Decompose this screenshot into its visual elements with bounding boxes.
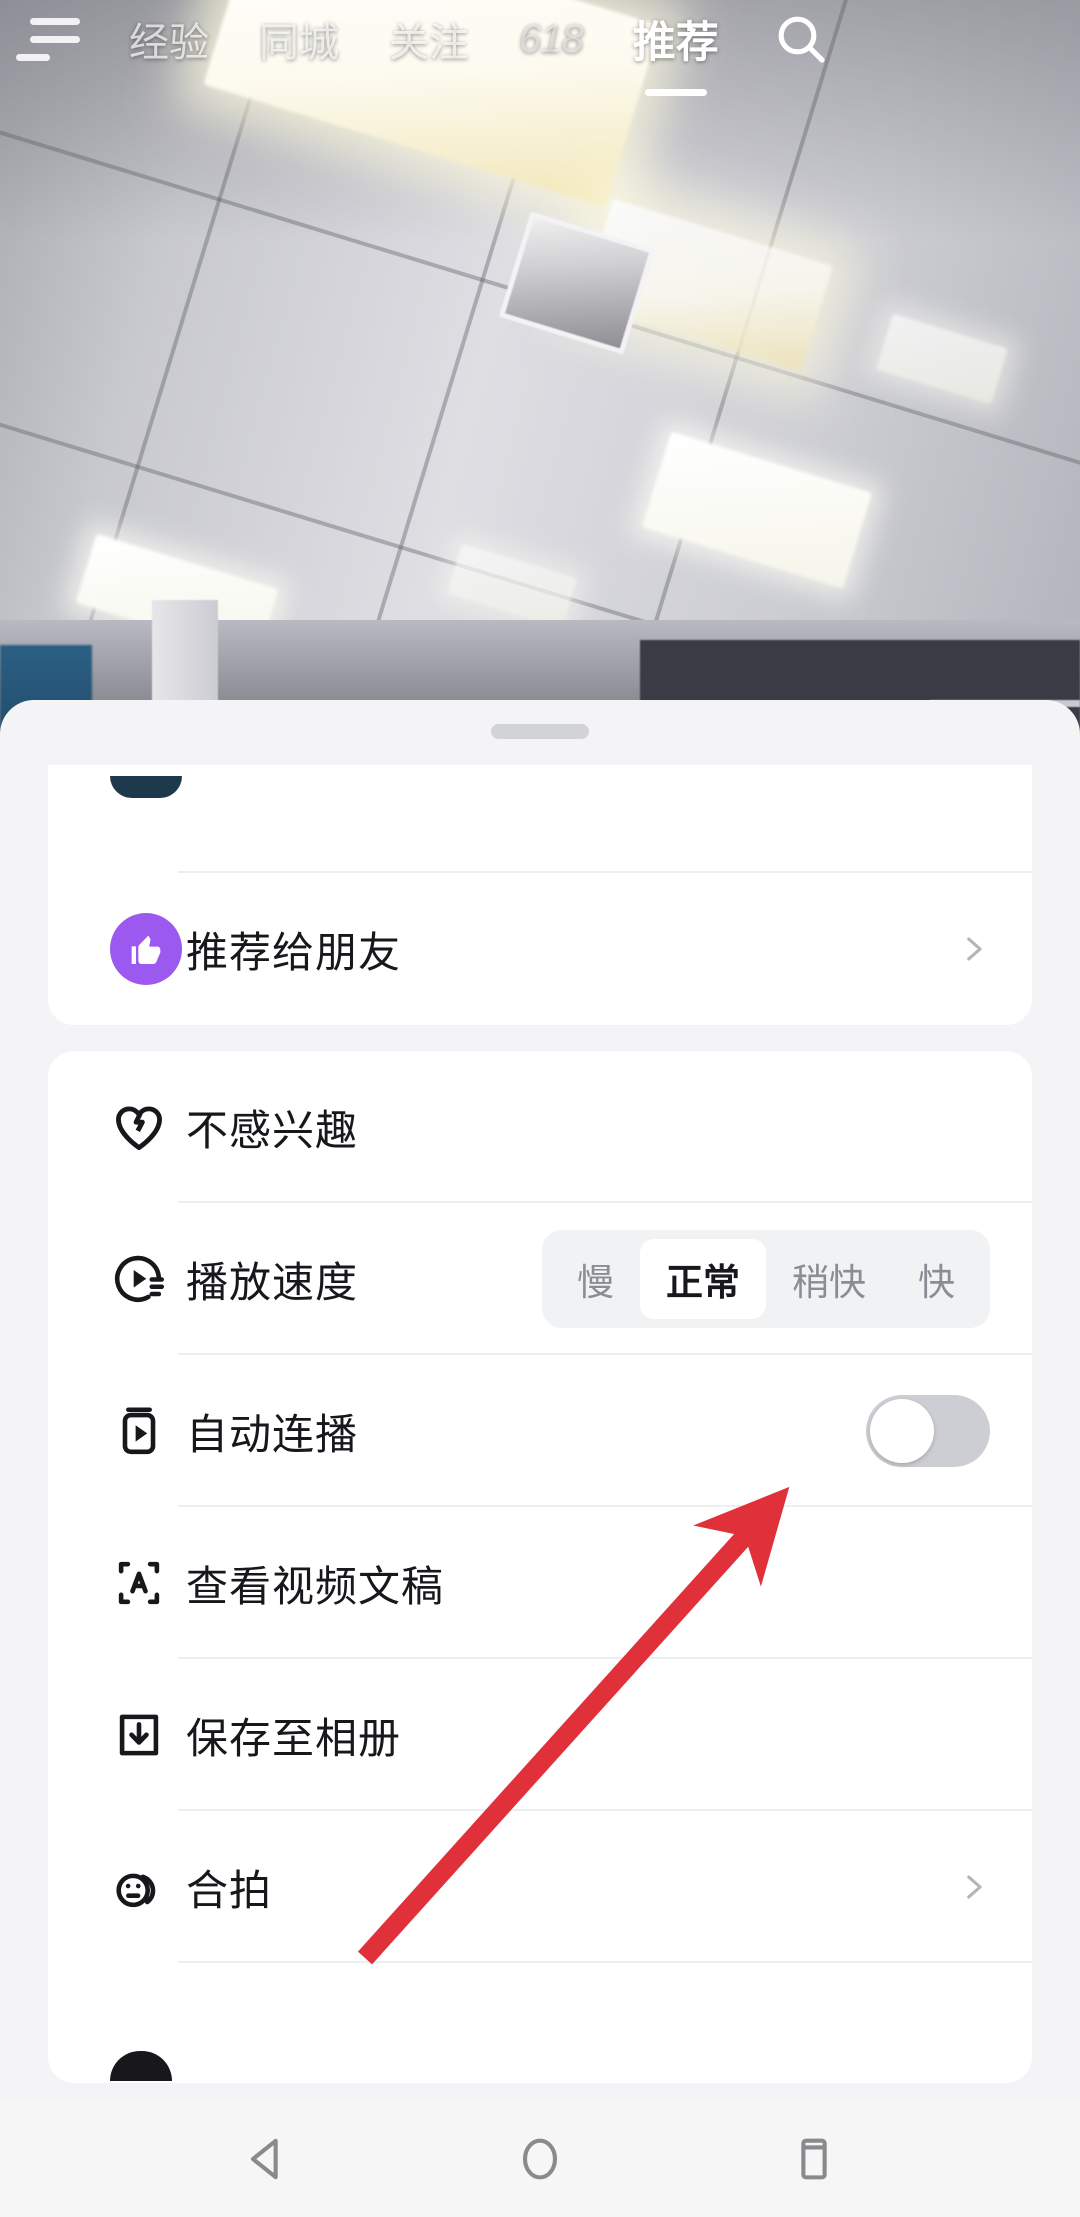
transcript-icon <box>110 1554 186 1612</box>
tab-label: 618 <box>519 16 584 61</box>
duet-row[interactable]: 合拍 <box>48 1811 1032 1963</box>
not-interested-label: 不感兴趣 <box>186 1106 359 1154</box>
chevron-right-icon <box>948 1870 990 1904</box>
toggle-knob <box>870 1399 934 1463</box>
auto-continue-play-label: 自动连播 <box>186 1410 359 1458</box>
back-button[interactable] <box>220 2113 312 2205</box>
recommend-to-friends-row[interactable]: 推荐给朋友 <box>48 873 1032 1025</box>
view-video-transcript-row[interactable]: 查看视频文稿 <box>48 1507 1032 1659</box>
recommend-to-friends-label: 推荐给朋友 <box>186 928 402 976</box>
save-to-album-row[interactable]: 保存至相册 <box>48 1659 1032 1811</box>
recents-button[interactable] <box>768 2113 860 2205</box>
play-speed-icon <box>110 1250 186 1308</box>
auto-continue-play-toggle[interactable] <box>866 1395 990 1467</box>
speed-option-fast[interactable]: 快 <box>892 1239 981 1319</box>
speed-option-faster[interactable]: 稍快 <box>766 1239 892 1319</box>
view-video-transcript-label: 查看视频文稿 <box>186 1562 445 1610</box>
android-navigation-bar <box>0 2100 1080 2217</box>
tab-label: 经验 <box>129 21 209 65</box>
chevron-right-icon <box>948 932 990 966</box>
not-interested-row[interactable]: 不感兴趣 <box>48 1051 1032 1203</box>
drag-handle[interactable] <box>491 724 589 739</box>
duet-label: 合拍 <box>186 1866 273 1914</box>
tab-guanzhu[interactable]: 关注 <box>364 10 494 68</box>
tab-tuijian[interactable]: 推荐 <box>608 8 744 96</box>
hamburger-menu-icon[interactable] <box>0 17 104 61</box>
options-bottom-sheet: 推荐给朋友 不感兴趣 播放速度 慢 正常 稍快 快 自动连播 查看视频文稿 保存… <box>0 700 1080 2100</box>
save-to-album-label: 保存至相册 <box>186 1714 402 1762</box>
tab-tongcheng[interactable]: 同城 <box>234 10 364 68</box>
partial-row-top[interactable] <box>48 765 1032 873</box>
download-icon <box>110 1706 186 1764</box>
tab-jingyan[interactable]: 经验 <box>104 10 234 68</box>
speed-option-normal[interactable]: 正常 <box>640 1239 766 1319</box>
home-button[interactable] <box>494 2113 586 2205</box>
cut-off-bottom-row[interactable] <box>48 1963 1032 2083</box>
active-tab-underline <box>644 89 707 96</box>
thumbs-up-icon <box>110 913 186 985</box>
top-navigation-bar: 经验 同城 关注 618 推荐 <box>0 0 1080 96</box>
search-icon[interactable] <box>758 11 844 67</box>
playback-speed-label: 播放速度 <box>186 1258 359 1306</box>
broken-heart-icon <box>110 1098 186 1156</box>
auto-continue-play-row[interactable]: 自动连播 <box>48 1355 1032 1507</box>
duet-icon <box>110 1858 186 1916</box>
sheet-scroll-area[interactable]: 推荐给朋友 不感兴趣 播放速度 慢 正常 稍快 快 自动连播 查看视频文稿 保存… <box>0 765 1080 2100</box>
tab-label: 关注 <box>389 21 469 65</box>
speed-option-slow[interactable]: 慢 <box>551 1239 640 1319</box>
cut-off-icon <box>110 1965 186 2081</box>
playback-speed-segmented-control[interactable]: 慢 正常 稍快 快 <box>542 1230 990 1328</box>
settings-card: 不感兴趣 播放速度 慢 正常 稍快 快 自动连播 查看视频文稿 保存至相册 合拍 <box>48 1051 1032 2083</box>
tab-618[interactable]: 618 <box>494 17 608 62</box>
share-card: 推荐给朋友 <box>48 765 1032 1025</box>
tab-label: 推荐 <box>632 19 719 67</box>
tab-label: 同城 <box>259 21 339 65</box>
playback-speed-row[interactable]: 播放速度 慢 正常 稍快 快 <box>48 1203 1032 1355</box>
auto-play-icon <box>110 1402 186 1460</box>
